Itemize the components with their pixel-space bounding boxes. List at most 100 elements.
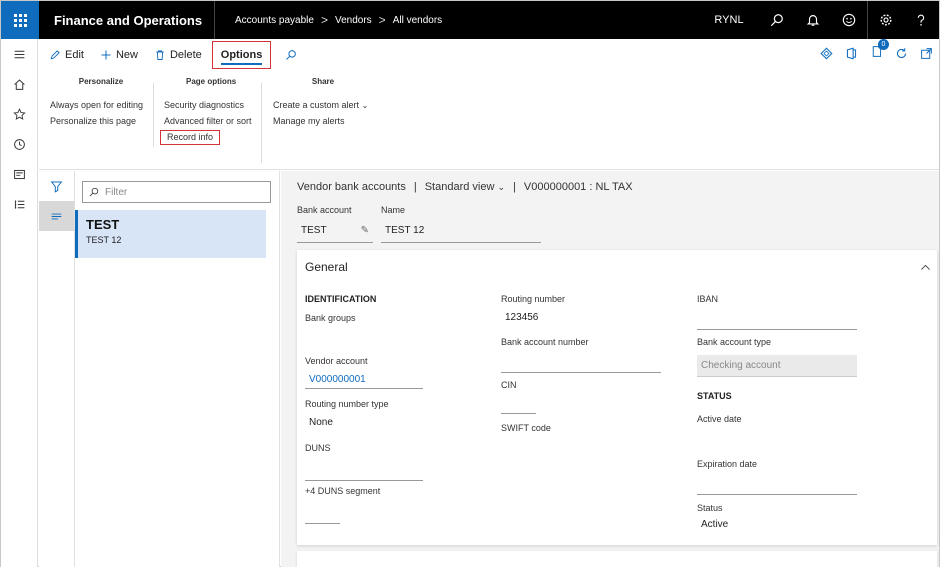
attachments-button[interactable]: 0 bbox=[870, 39, 889, 61]
menu-item-always-open-for-editing[interactable]: Always open for editing bbox=[50, 97, 152, 113]
list-toggle-button[interactable] bbox=[39, 201, 74, 231]
breadcrumb-accounts-payable[interactable]: Accounts payable bbox=[235, 15, 314, 26]
menu-item-personalize-this-page[interactable]: Personalize this page bbox=[50, 113, 152, 129]
duns-field: DUNS bbox=[305, 443, 423, 481]
cin-input[interactable] bbox=[501, 400, 536, 414]
smiley-icon bbox=[842, 13, 856, 27]
action-search-button[interactable] bbox=[281, 42, 301, 68]
list-item-subtitle: TEST 12 bbox=[86, 235, 122, 245]
fasttab-title[interactable]: General bbox=[305, 260, 348, 274]
details-pane: Vendor bank accounts | Standard view ⌄ |… bbox=[281, 171, 939, 567]
name-input[interactable]: TEST 12 bbox=[381, 219, 541, 243]
menu-item-manage-my-alerts[interactable]: Manage my alerts bbox=[273, 113, 373, 129]
expiration-date-input[interactable] bbox=[697, 481, 857, 495]
nav-recent-button[interactable] bbox=[1, 129, 37, 159]
field-label: Vendor account bbox=[305, 356, 368, 366]
tab-options[interactable]: Options bbox=[211, 41, 272, 69]
routing-number-value[interactable]: 123456 bbox=[501, 312, 661, 323]
clock-icon bbox=[13, 138, 25, 150]
pencil-icon: ✎ bbox=[360, 225, 369, 236]
section-header: IDENTIFICATION bbox=[305, 294, 377, 304]
group-title: Page options bbox=[186, 77, 237, 86]
plus-icon bbox=[101, 50, 111, 60]
view-selector[interactable]: Standard view ⌄ bbox=[425, 181, 505, 193]
search-icon bbox=[286, 50, 297, 60]
list-pane-rail bbox=[39, 171, 74, 567]
edit-button[interactable]: Edit bbox=[45, 42, 88, 68]
field-label: Expiration date bbox=[697, 459, 758, 469]
vendor-account-link[interactable]: V000000001 bbox=[305, 374, 423, 389]
nav-workspaces-button[interactable] bbox=[1, 159, 37, 189]
duns-4-input[interactable] bbox=[305, 510, 340, 524]
diamond-icon[interactable] bbox=[820, 46, 833, 60]
pencil-icon bbox=[50, 50, 60, 60]
delete-label: Delete bbox=[169, 49, 202, 61]
menu-item-create-custom-alert[interactable]: Create a custom alert ⌄ bbox=[273, 97, 373, 113]
bank-account-number-input[interactable] bbox=[501, 359, 661, 373]
swift-code-field: SWIFT code bbox=[501, 423, 661, 433]
app-title[interactable]: Finance and Operations bbox=[54, 13, 204, 28]
next-fasttab[interactable] bbox=[297, 551, 937, 567]
chevron-up-icon bbox=[921, 264, 930, 270]
open-in-new-window-icon[interactable] bbox=[920, 47, 933, 60]
help-icon bbox=[917, 14, 925, 26]
duns-input[interactable] bbox=[305, 467, 423, 481]
list-icon bbox=[14, 199, 24, 209]
status-value[interactable]: Active bbox=[697, 519, 857, 530]
iban-input[interactable] bbox=[697, 316, 857, 330]
list-lines-icon bbox=[51, 213, 62, 219]
delete-button[interactable]: Delete bbox=[150, 42, 206, 68]
bank-account-type-value: Checking account bbox=[697, 355, 857, 377]
feedback-button[interactable] bbox=[831, 1, 867, 39]
routing-number-type-value[interactable]: None bbox=[305, 417, 423, 428]
list-item[interactable]: TEST TEST 12 bbox=[75, 210, 266, 258]
nav-favorites-button[interactable] bbox=[1, 99, 37, 129]
menu-item-record-info[interactable]: Record info bbox=[160, 130, 221, 145]
refresh-icon[interactable] bbox=[895, 47, 908, 60]
vendor-account-field: Vendor account V000000001 bbox=[305, 356, 423, 389]
field-label: Name bbox=[381, 205, 406, 215]
filter-pane-button[interactable] bbox=[39, 171, 74, 201]
nav-modules-button[interactable] bbox=[1, 189, 37, 219]
menu-item-advanced-filter-or-sort[interactable]: Advanced filter or sort bbox=[164, 113, 264, 129]
company-picker[interactable]: RYNL bbox=[709, 14, 749, 26]
star-icon bbox=[12, 107, 26, 120]
collapse-button[interactable] bbox=[920, 262, 931, 276]
field-label: Routing number bbox=[501, 294, 566, 304]
search-button[interactable] bbox=[759, 1, 795, 39]
bank-groups-field: Bank groups bbox=[305, 313, 425, 323]
identification-column: IDENTIFICATION Bank groups Vendor accoun… bbox=[305, 294, 425, 524]
new-button[interactable]: New bbox=[96, 42, 142, 68]
divider bbox=[153, 83, 154, 147]
field-label: Status bbox=[697, 503, 723, 513]
group-page-options: Page options Security diagnostics Advanc… bbox=[160, 77, 264, 145]
routing-number-type-field: Routing number type None bbox=[305, 399, 423, 428]
chevron-down-icon: ⌄ bbox=[361, 101, 369, 110]
breadcrumb: Accounts payable > Vendors > All vendors bbox=[235, 13, 442, 27]
nav-expand-button[interactable] bbox=[1, 39, 37, 69]
notifications-button[interactable] bbox=[795, 1, 831, 39]
status-field: Status Active bbox=[697, 503, 857, 530]
breadcrumb-vendors[interactable]: Vendors bbox=[335, 15, 372, 26]
expiration-date-field: Expiration date bbox=[697, 459, 857, 495]
filter-input[interactable]: Filter bbox=[82, 181, 271, 203]
breadcrumb-all-vendors[interactable]: All vendors bbox=[393, 15, 442, 26]
menu-item-security-diagnostics[interactable]: Security diagnostics bbox=[164, 97, 264, 113]
bank-account-field: Bank account TEST ✎ bbox=[297, 205, 373, 243]
nav-home-button[interactable] bbox=[1, 69, 37, 99]
app-launcher-button[interactable] bbox=[1, 1, 39, 39]
attachment-count-badge: 0 bbox=[878, 39, 889, 50]
settings-button[interactable] bbox=[867, 1, 903, 39]
help-button[interactable] bbox=[903, 1, 939, 39]
name-field: Name TEST 12 bbox=[381, 205, 541, 243]
office-icon[interactable] bbox=[845, 47, 858, 60]
chevron-down-icon: ⌄ bbox=[497, 182, 506, 192]
section-header: STATUS bbox=[697, 391, 732, 401]
group-share: Share Create a custom alert ⌄ Manage my … bbox=[273, 77, 373, 129]
iban-field: IBAN bbox=[697, 294, 857, 330]
bank-account-input[interactable]: TEST ✎ bbox=[297, 219, 373, 243]
page-title: Vendor bank accounts | Standard view ⌄ |… bbox=[297, 181, 633, 193]
search-icon bbox=[770, 14, 783, 27]
workspace-icon bbox=[13, 169, 25, 179]
new-label: New bbox=[115, 49, 138, 61]
